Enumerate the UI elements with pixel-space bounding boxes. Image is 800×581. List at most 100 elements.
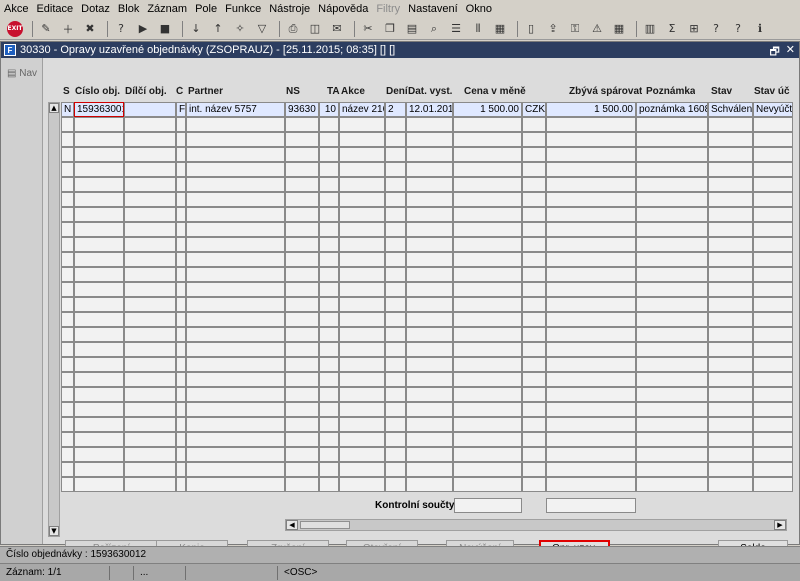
cell-dat_vyst[interactable]	[406, 432, 453, 447]
cell-cena[interactable]	[453, 162, 522, 177]
cell-poznamka[interactable]	[636, 462, 708, 477]
cell-stav_uc[interactable]	[753, 477, 793, 492]
cell-c[interactable]	[176, 237, 186, 252]
cell-akce[interactable]	[339, 162, 385, 177]
cell-mena[interactable]	[522, 417, 546, 432]
cell-mena[interactable]	[522, 357, 546, 372]
cell-stav[interactable]	[708, 357, 753, 372]
cell-poznamka[interactable]	[636, 192, 708, 207]
cell-deni[interactable]	[385, 342, 406, 357]
cell-akce[interactable]	[339, 312, 385, 327]
cell-deni[interactable]	[385, 402, 406, 417]
column-header-cislo_obj[interactable]: Číslo obj.	[75, 86, 120, 100]
cell-cislo_obj[interactable]	[74, 252, 124, 267]
cell-ta[interactable]	[319, 417, 339, 432]
cell-cislo_obj[interactable]: 1593630012	[74, 102, 124, 117]
cell-s[interactable]	[61, 147, 74, 162]
cell-mena[interactable]	[522, 222, 546, 237]
cell-stav_uc[interactable]	[753, 162, 793, 177]
cell-ta[interactable]	[319, 117, 339, 132]
cell-c[interactable]	[176, 372, 186, 387]
cell-cena[interactable]	[453, 447, 522, 462]
cell-dat_vyst[interactable]	[406, 117, 453, 132]
cell-deni[interactable]	[385, 372, 406, 387]
cell-dilci_obj[interactable]	[124, 387, 176, 402]
cell-akce[interactable]	[339, 252, 385, 267]
cell-deni[interactable]	[385, 327, 406, 342]
cell-dilci_obj[interactable]	[124, 177, 176, 192]
cell-cislo_obj[interactable]	[74, 237, 124, 252]
cell-stav_uc[interactable]	[753, 267, 793, 282]
cell-dilci_obj[interactable]	[124, 477, 176, 492]
cell-zbyva[interactable]	[546, 372, 636, 387]
cell-cena[interactable]	[453, 222, 522, 237]
cell-dilci_obj[interactable]	[124, 237, 176, 252]
cell-dilci_obj[interactable]	[124, 342, 176, 357]
cell-ns[interactable]	[285, 222, 319, 237]
cell-mena[interactable]	[522, 252, 546, 267]
cell-cislo_obj[interactable]	[74, 267, 124, 282]
cell-dat_vyst[interactable]	[406, 417, 453, 432]
cell-dat_vyst[interactable]	[406, 372, 453, 387]
cell-mena[interactable]	[522, 312, 546, 327]
cell-stav_uc[interactable]	[753, 432, 793, 447]
cell-dilci_obj[interactable]	[124, 252, 176, 267]
cell-dilci_obj[interactable]	[124, 147, 176, 162]
cell-poznamka[interactable]	[636, 417, 708, 432]
cell-partner[interactable]: int. název 5757	[186, 102, 285, 117]
cell-mena[interactable]	[522, 132, 546, 147]
cell-ns[interactable]	[285, 192, 319, 207]
cell-deni[interactable]	[385, 417, 406, 432]
cell-akce[interactable]	[339, 387, 385, 402]
cell-cena[interactable]	[453, 147, 522, 162]
export-icon[interactable]: ⇪	[544, 21, 562, 37]
cell-cena[interactable]	[453, 237, 522, 252]
cell-poznamka[interactable]	[636, 267, 708, 282]
cell-c[interactable]	[176, 447, 186, 462]
cell-dat_vyst[interactable]	[406, 462, 453, 477]
cell-c[interactable]	[176, 222, 186, 237]
cell-c[interactable]	[176, 462, 186, 477]
cell-stav[interactable]	[708, 237, 753, 252]
cell-ta[interactable]	[319, 147, 339, 162]
cell-s[interactable]	[61, 297, 74, 312]
cell-c[interactable]	[176, 207, 186, 222]
cell-ta[interactable]	[319, 162, 339, 177]
cell-akce[interactable]	[339, 267, 385, 282]
cell-ns[interactable]	[285, 117, 319, 132]
cell-c[interactable]: F	[176, 102, 186, 117]
nav-panel[interactable]: ▤ Nav	[1, 58, 43, 544]
cell-dat_vyst[interactable]	[406, 237, 453, 252]
save-icon[interactable]: ✎	[37, 21, 55, 37]
cell-mena[interactable]	[522, 327, 546, 342]
column-header-stav[interactable]: Stav	[711, 86, 732, 100]
cell-deni[interactable]	[385, 252, 406, 267]
cell-partner[interactable]	[186, 372, 285, 387]
cell-ta[interactable]	[319, 432, 339, 447]
cell-stav_uc[interactable]	[753, 297, 793, 312]
cell-s[interactable]	[61, 207, 74, 222]
cell-akce[interactable]	[339, 147, 385, 162]
context-help-icon[interactable]: ?	[729, 21, 747, 37]
cell-stav[interactable]	[708, 372, 753, 387]
cell-akce[interactable]	[339, 117, 385, 132]
cell-stav_uc[interactable]	[753, 192, 793, 207]
cell-deni[interactable]	[385, 147, 406, 162]
cell-s[interactable]	[61, 372, 74, 387]
cell-stav[interactable]	[708, 117, 753, 132]
cell-cislo_obj[interactable]	[74, 282, 124, 297]
menu-item-1[interactable]: Editace	[36, 3, 73, 15]
cell-partner[interactable]	[186, 267, 285, 282]
cell-akce[interactable]	[339, 327, 385, 342]
cell-ta[interactable]	[319, 462, 339, 477]
cell-stav_uc[interactable]	[753, 282, 793, 297]
cell-cena[interactable]	[453, 432, 522, 447]
warning-icon[interactable]: ⚠	[588, 21, 606, 37]
cell-stav_uc[interactable]	[753, 327, 793, 342]
cell-ns[interactable]	[285, 312, 319, 327]
cell-mena[interactable]	[522, 207, 546, 222]
column-header-poznamka[interactable]: Poznámka	[646, 86, 695, 100]
cell-dilci_obj[interactable]	[124, 282, 176, 297]
cell-c[interactable]	[176, 282, 186, 297]
cell-dilci_obj[interactable]	[124, 417, 176, 432]
